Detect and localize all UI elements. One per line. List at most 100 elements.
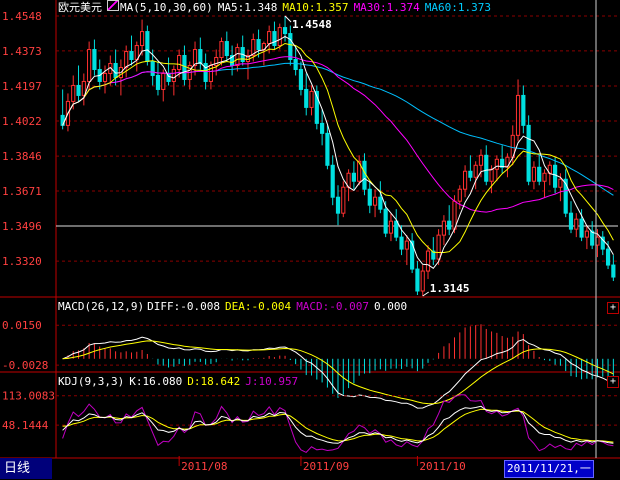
ma5-value: MA5:1.348 [217, 1, 278, 14]
candle [378, 196, 383, 210]
candle [489, 168, 494, 182]
candle [584, 230, 589, 238]
price-tick-label: 1.3320 [2, 255, 42, 268]
candle [277, 27, 282, 47]
candle [309, 90, 314, 108]
candle [462, 170, 468, 190]
candle [367, 188, 372, 206]
price-legend: 欧元美元 MA(5,10,30,60) MA5:1.348 MA10:1.357 MA3… [58, 0, 496, 15]
candle [420, 270, 425, 292]
candle [537, 166, 542, 182]
candle [590, 230, 595, 246]
candle [388, 220, 394, 234]
kdj-tick-label: 48.1444 [2, 419, 49, 432]
candle [192, 49, 198, 66]
candle [235, 47, 240, 66]
candle [293, 59, 298, 70]
candle [542, 172, 547, 182]
candle [558, 178, 563, 188]
candle [521, 94, 526, 126]
high-price-annotation: 1.4548 [292, 18, 332, 31]
candle [441, 220, 446, 236]
candle [71, 84, 76, 102]
candle [224, 41, 229, 57]
candle [383, 208, 388, 234]
candle [362, 160, 367, 190]
candle [531, 166, 537, 182]
candle [457, 188, 462, 202]
candle [139, 31, 145, 47]
price-tick-label: 1.4197 [2, 80, 42, 93]
ma-legend-icon [107, 0, 119, 11]
diff-value: DIFF:-0.008 [147, 300, 220, 313]
candle [473, 164, 478, 178]
candle [267, 31, 272, 45]
symbol-label: 欧元美元 [58, 1, 102, 14]
price-chart-canvas[interactable]: 1.4548 1.4373 1.4197 1.4022 1.3846 1.3671 1.34… [0, 0, 620, 480]
candle [87, 49, 92, 82]
ma5-line [62, 35, 614, 269]
candle [198, 49, 203, 64]
kdj-expand-button[interactable]: + [607, 376, 619, 388]
candle [404, 240, 409, 250]
candle [611, 264, 616, 278]
macd-tick-label: -0.0028 [2, 359, 48, 372]
candle [394, 220, 399, 238]
candle [182, 55, 187, 80]
ma30-value: MA30:1.374 [353, 1, 420, 14]
candle [282, 27, 288, 35]
candle [574, 218, 579, 230]
candle [372, 196, 378, 206]
kdj-tick-label: 113.0083 [2, 390, 55, 403]
candle [325, 132, 330, 166]
candle [304, 88, 309, 108]
candle [219, 41, 224, 59]
candle [129, 51, 134, 61]
candle [150, 61, 155, 76]
candle [478, 154, 484, 166]
macd-extra-value: 0.000 [374, 300, 408, 313]
candle [102, 72, 108, 82]
candle [468, 170, 473, 178]
period-tab-daily[interactable]: 日线 [0, 458, 52, 479]
price-tick-label: 1.4373 [2, 45, 42, 58]
price-tick-label: 1.3496 [2, 220, 42, 233]
extreme-marker [284, 15, 292, 23]
macd-tick-label: 0.0150 [2, 319, 42, 332]
candle [399, 236, 404, 250]
candle [155, 74, 161, 90]
date-axis-label: 2011/09 [303, 460, 349, 473]
candle [171, 68, 176, 82]
d-value: D:18.642 [187, 375, 241, 388]
candle [177, 55, 182, 70]
candle [288, 33, 293, 61]
macd-expand-button[interactable]: + [607, 302, 619, 314]
candle [425, 250, 431, 272]
candle [579, 218, 584, 238]
candle [568, 212, 574, 230]
candle [113, 62, 118, 78]
macd-legend: MACD(26,12,9) DIFF:-0.008 DEA:-0.004 MACD:-… [58, 299, 412, 314]
candle [341, 186, 346, 214]
candle [553, 164, 558, 188]
kdj-params: KDJ(9,3,3) [58, 375, 125, 388]
ma60-value: MA60:1.373 [424, 1, 492, 14]
candle [124, 51, 129, 68]
price-tick-label: 1.4022 [2, 115, 42, 128]
low-price-annotation: 1.3145 [430, 282, 470, 295]
candle [415, 268, 420, 292]
candle [484, 154, 489, 182]
candle [320, 122, 325, 134]
candle [351, 172, 356, 182]
extreme-marker [422, 291, 430, 297]
date-axis-label: 2011/10 [419, 460, 465, 473]
price-tick-label: 1.3671 [2, 185, 42, 198]
k-value: K:16.080 [129, 375, 183, 388]
candle [256, 39, 261, 51]
ma10-value: MA10:1.357 [282, 1, 349, 14]
candle [298, 68, 304, 90]
macd-value: MACD:-0.007 [296, 300, 370, 313]
date-axis-label: 2011/08 [181, 460, 227, 473]
price-tick-label: 1.4548 [2, 10, 42, 23]
candle [335, 196, 341, 214]
